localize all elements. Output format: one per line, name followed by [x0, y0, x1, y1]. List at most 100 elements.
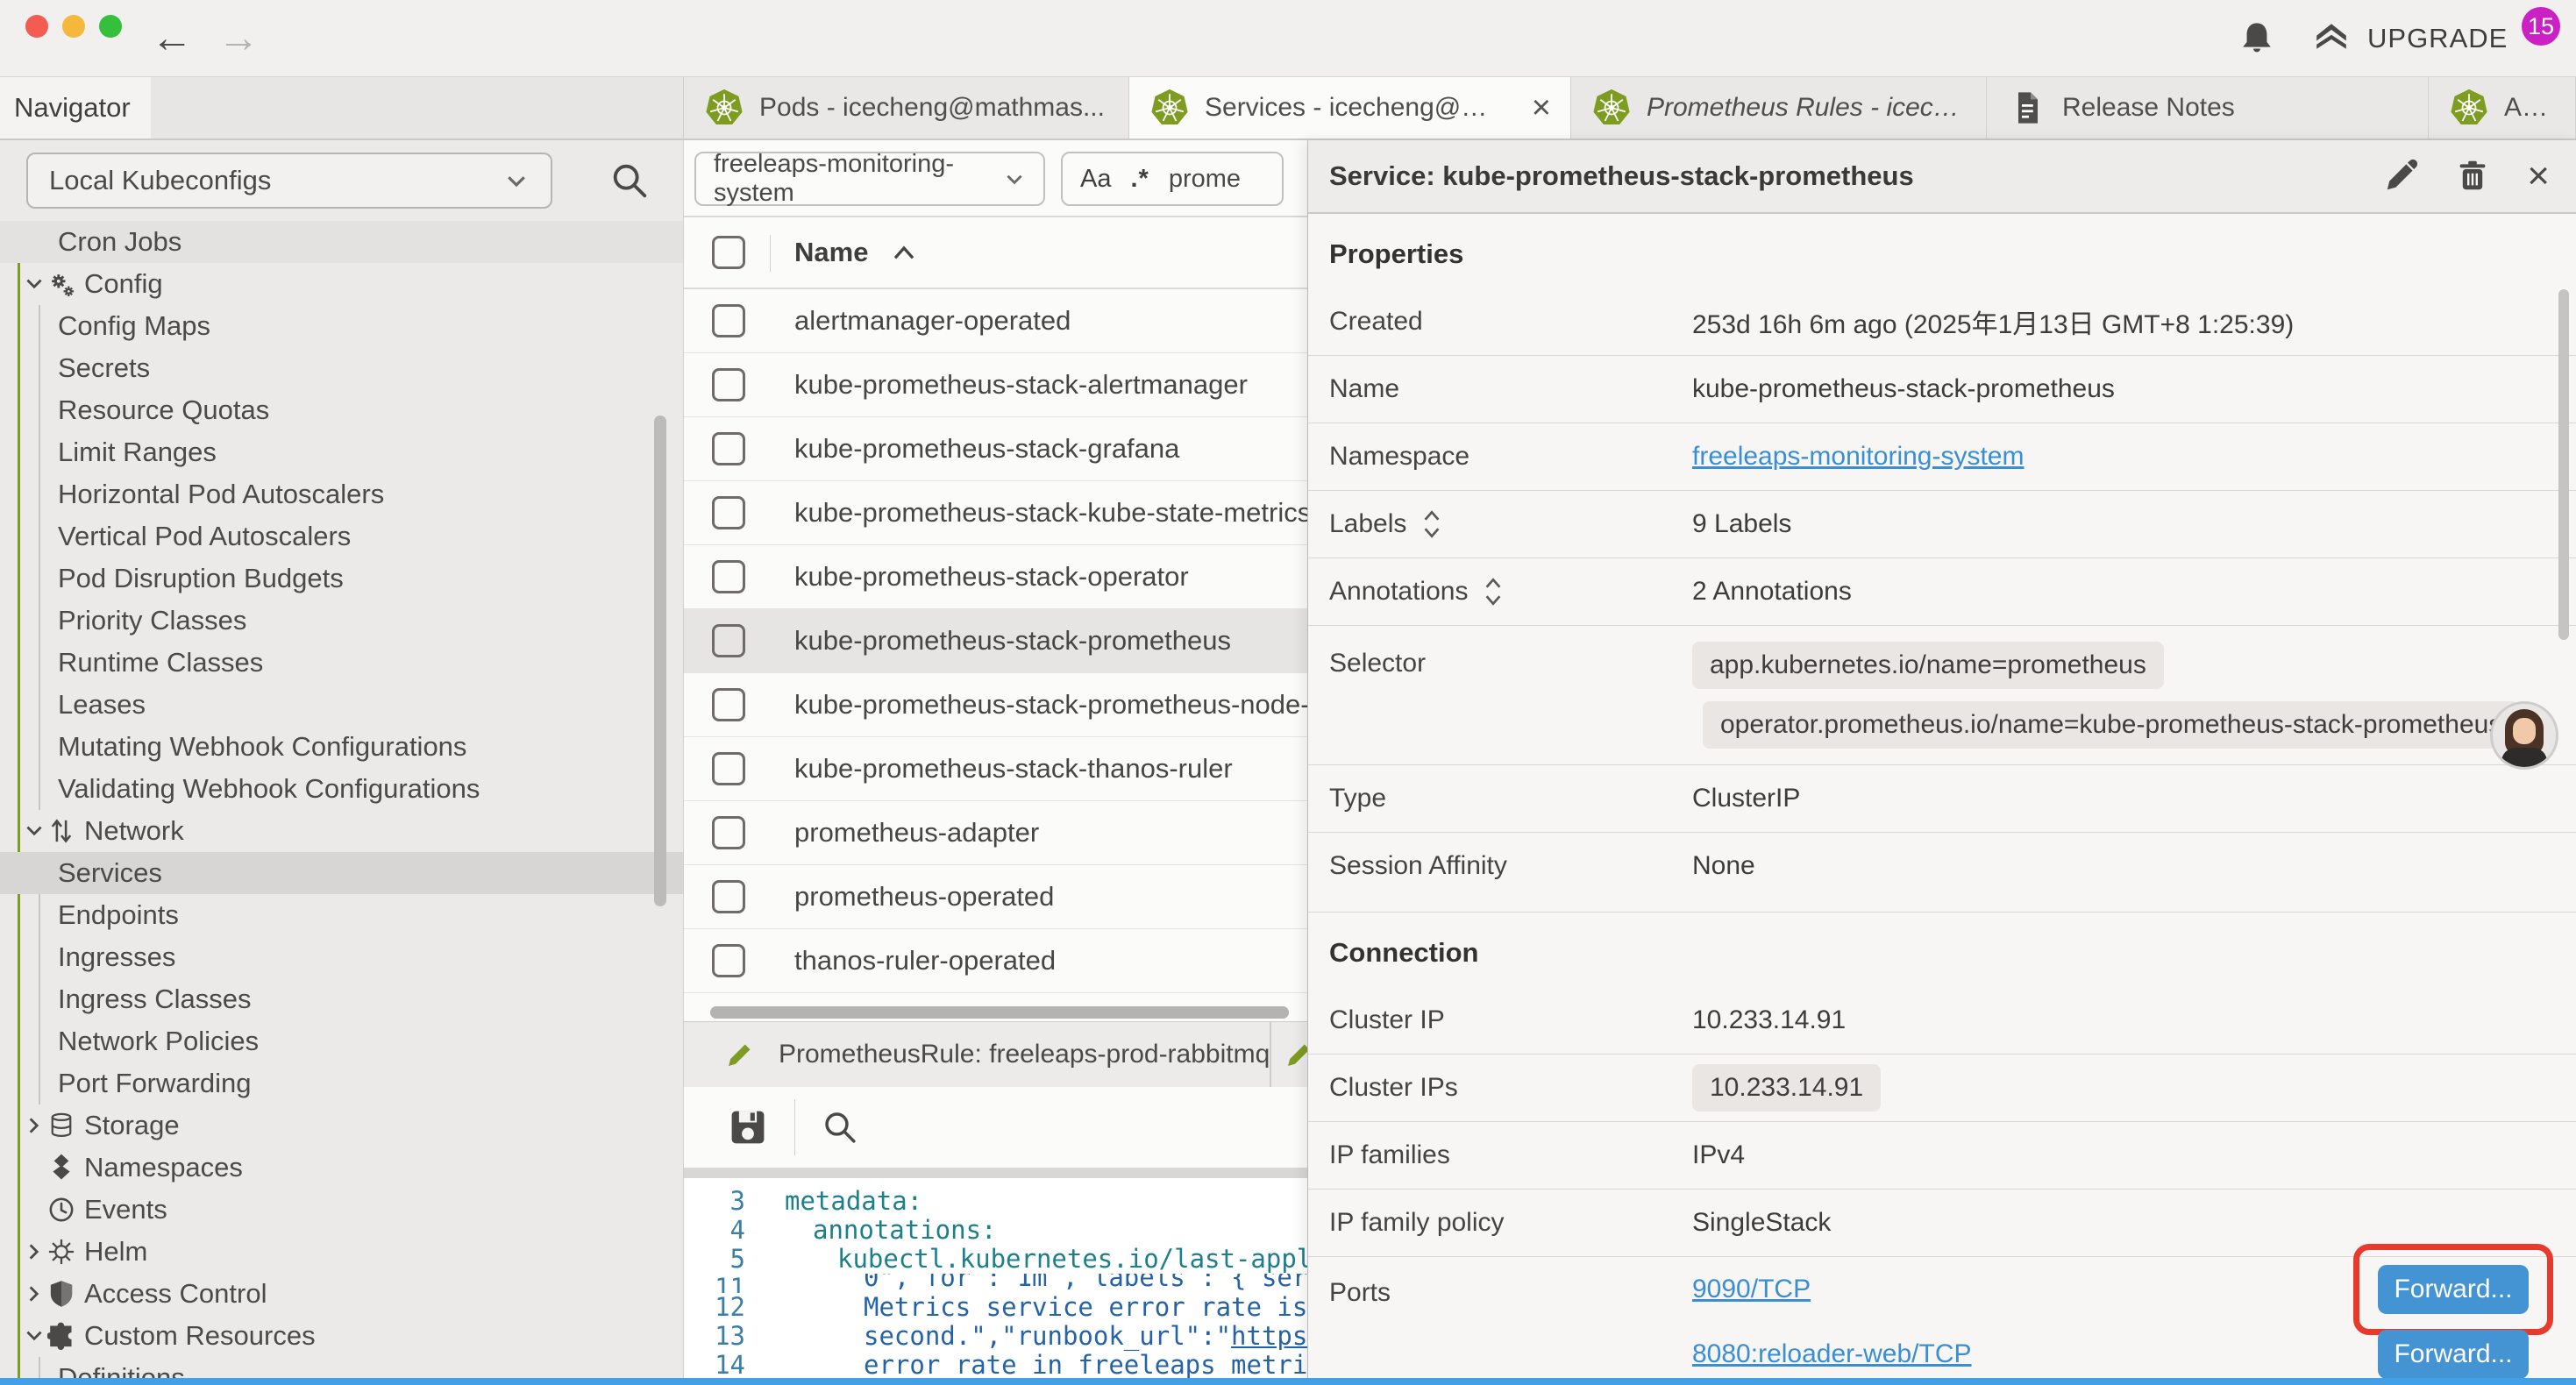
edit-icon[interactable] — [2383, 159, 2418, 194]
expand-collapse-icon[interactable] — [1420, 508, 1443, 541]
editor-tab-prometheusrule[interactable]: PrometheusRule: freeleaps-prod-rabbitmq — [684, 1022, 1271, 1087]
row-checkbox[interactable] — [712, 624, 745, 657]
sidebar-item-ingress-classes[interactable]: Ingress Classes — [0, 978, 683, 1020]
sidebar-item-runtime-classes[interactable]: Runtime Classes — [0, 642, 683, 684]
chevron-down-icon[interactable] — [23, 273, 46, 295]
kubeconfig-selector[interactable]: Local Kubeconfigs — [26, 153, 552, 209]
sidebar-item-mutating-webhook-configurations[interactable]: Mutating Webhook Configurations — [0, 726, 683, 768]
row-checkbox[interactable] — [712, 368, 745, 401]
chevron-right-icon[interactable] — [23, 1240, 46, 1263]
list-row-kube-prometheus-stack-prometheus-node-expor[interactable]: kube-prometheus-stack-prometheus-node-ex… — [684, 673, 1307, 737]
sidebar-item-validating-webhook-configurations[interactable]: Validating Webhook Configurations — [0, 768, 683, 810]
save-icon[interactable] — [728, 1107, 768, 1147]
list-row-kube-prometheus-stack-operator[interactable]: kube-prometheus-stack-operator — [684, 545, 1307, 609]
sidebar-item-port-forwarding[interactable]: Port Forwarding — [0, 1062, 683, 1104]
search-icon[interactable] — [608, 160, 651, 202]
chevron-down-icon[interactable] — [23, 820, 46, 842]
tab-navigator[interactable]: Navigator — [0, 77, 151, 138]
column-header-name[interactable]: Name — [794, 237, 868, 268]
sidebar-item-cron-jobs[interactable]: Cron Jobs — [0, 221, 683, 263]
sidebar-item-vertical-pod-autoscalers[interactable]: Vertical Pod Autoscalers — [0, 515, 683, 558]
sort-ascending-icon[interactable] — [891, 244, 917, 261]
window-close-button[interactable] — [25, 15, 48, 38]
editor-tab-partial[interactable] — [1271, 1022, 1308, 1087]
list-row-prometheus-adapter[interactable]: prometheus-adapter — [684, 801, 1307, 865]
sidebar-item-services[interactable]: Services — [0, 852, 683, 894]
row-checkbox[interactable] — [712, 688, 745, 721]
row-checkbox[interactable] — [712, 496, 745, 529]
sidebar-item-priority-classes[interactable]: Priority Classes — [0, 600, 683, 642]
match-case-toggle[interactable]: Aa — [1080, 165, 1111, 194]
expand-collapse-icon[interactable] — [1482, 575, 1505, 608]
sidebar-item-config[interactable]: Config — [0, 263, 683, 305]
delete-icon[interactable] — [2455, 159, 2490, 194]
list-row-thanos-ruler-operated[interactable]: thanos-ruler-operated — [684, 929, 1307, 993]
sidebar-item-leases[interactable]: Leases — [0, 684, 683, 726]
notification-count-badge[interactable]: 15 — [2522, 7, 2560, 46]
tab-services-icecheng-math[interactable]: Services - icecheng@math...× — [1129, 77, 1571, 138]
forward-button[interactable]: Forward... — [2378, 1265, 2529, 1314]
tab-release-notes[interactable]: Release Notes — [1987, 77, 2429, 138]
list-row-kube-prometheus-stack-alertmanager[interactable]: kube-prometheus-stack-alertmanager — [684, 353, 1307, 417]
sidebar-item-access-control[interactable]: Access Control — [0, 1273, 683, 1315]
avatar[interactable] — [2490, 701, 2558, 770]
list-row-kube-prometheus-stack-kube-state-metrics[interactable]: kube-prometheus-stack-kube-state-metrics — [684, 481, 1307, 545]
chevron-right-icon[interactable] — [23, 1282, 46, 1305]
port-link[interactable]: 8080:reloader-web/TCP — [1692, 1339, 1972, 1369]
sidebar-item-custom-resources[interactable]: Custom Resources — [0, 1315, 683, 1357]
row-checkbox[interactable] — [712, 432, 745, 465]
sidebar-item-ingresses[interactable]: Ingresses — [0, 936, 683, 978]
chevron-down-icon[interactable] — [23, 1325, 46, 1347]
horizontal-scrollbar[interactable] — [710, 1006, 1289, 1019]
sidebar-scrollbar[interactable] — [654, 416, 666, 906]
sidebar-item-helm[interactable]: Helm — [0, 1231, 683, 1273]
select-all-checkbox[interactable] — [712, 236, 745, 269]
sidebar-item-config-maps[interactable]: Config Maps — [0, 305, 683, 347]
tab-pods-icecheng-mathmas[interactable]: Pods - icecheng@mathmas... — [684, 77, 1129, 138]
sidebar-item-pod-disruption-budgets[interactable]: Pod Disruption Budgets — [0, 558, 683, 600]
port-link[interactable]: 9090/TCP — [1692, 1275, 1811, 1304]
code-link[interactable]: https://net — [1231, 1321, 1308, 1351]
tab-prometheus-rules-icecheng[interactable]: Prometheus Rules - icecheng... — [1571, 77, 1987, 138]
row-checkbox[interactable] — [712, 304, 745, 337]
sidebar-item-events[interactable]: Events — [0, 1189, 683, 1231]
list-row-kube-prometheus-stack-thanos-ruler[interactable]: kube-prometheus-stack-thanos-ruler — [684, 737, 1307, 801]
close-icon[interactable]: × — [1532, 89, 1551, 127]
back-icon[interactable]: ← — [151, 4, 193, 74]
sidebar-item-network[interactable]: Network — [0, 810, 683, 852]
yaml-editor[interactable]: 3metadata:4annotations:5kubectl.kubernet… — [684, 1178, 1308, 1385]
sidebar-item-storage[interactable]: Storage — [0, 1104, 683, 1147]
list-row-prometheus-operated[interactable]: prometheus-operated — [684, 865, 1307, 929]
tab-argo-se[interactable]: Argo Se — [2429, 77, 2576, 138]
sidebar-item-resource-quotas[interactable]: Resource Quotas — [0, 389, 683, 431]
regex-toggle[interactable]: .* — [1130, 165, 1149, 194]
window-maximize-button[interactable] — [99, 15, 122, 38]
forward-icon[interactable]: → — [217, 4, 260, 74]
bell-icon[interactable] — [2238, 19, 2276, 58]
upgrade-button[interactable]: UPGRADE — [2311, 0, 2508, 77]
row-checkbox[interactable] — [712, 560, 745, 593]
detail-scrollbar[interactable] — [2558, 289, 2569, 640]
sidebar-item-network-policies[interactable]: Network Policies — [0, 1020, 683, 1062]
close-icon[interactable]: × — [2527, 159, 2550, 194]
list-row-alertmanager-operated[interactable]: alertmanager-operated — [684, 289, 1307, 353]
detail-label: Namespace — [1329, 442, 1469, 472]
row-checkbox[interactable] — [712, 944, 745, 977]
detail-value-link[interactable]: freeleaps-monitoring-system — [1692, 442, 2024, 472]
list-row-kube-prometheus-stack-prometheus[interactable]: kube-prometheus-stack-prometheus — [684, 609, 1307, 673]
list-row-kube-prometheus-stack-grafana[interactable]: kube-prometheus-stack-grafana — [684, 417, 1307, 481]
window-minimize-button[interactable] — [62, 15, 85, 38]
namespace-selector[interactable]: freeleaps-monitoring-system — [694, 152, 1045, 206]
sidebar-item-secrets[interactable]: Secrets — [0, 347, 683, 389]
row-checkbox[interactable] — [712, 752, 745, 785]
search-icon[interactable] — [820, 1107, 860, 1147]
sidebar-item-namespaces[interactable]: Namespaces — [0, 1147, 683, 1189]
sidebar-item-endpoints[interactable]: Endpoints — [0, 894, 683, 936]
sidebar-item-limit-ranges[interactable]: Limit Ranges — [0, 431, 683, 473]
filter-input[interactable]: Aa .* prome — [1061, 152, 1284, 206]
chevron-right-icon[interactable] — [23, 1114, 46, 1137]
forward-button[interactable]: Forward... — [2378, 1330, 2529, 1379]
row-checkbox[interactable] — [712, 880, 745, 913]
row-checkbox[interactable] — [712, 816, 745, 849]
sidebar-item-horizontal-pod-autoscalers[interactable]: Horizontal Pod Autoscalers — [0, 473, 683, 515]
